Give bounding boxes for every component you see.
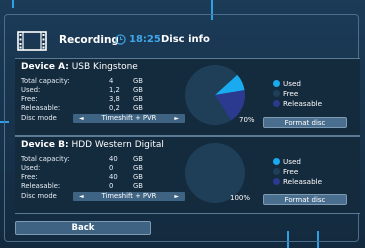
device-a-total-row: Total capacity: 4 GB [21, 77, 161, 86]
device-a-releasable-row: Releasable: 0,2 GB [21, 104, 161, 113]
device-b-releasable-row: Releasable: 0 GB [21, 182, 161, 191]
row-label: Free: [21, 95, 38, 103]
disc-mode-value: Timeshift + PVR [101, 192, 157, 200]
row-label: Free: [21, 173, 38, 181]
legend-releasable-label: Releasable [283, 99, 323, 108]
page-title: Recording [59, 34, 119, 46]
device-b-disc-mode-selector[interactable]: ◄ Timeshift + PVR ► [73, 192, 185, 201]
free-dot-icon [273, 90, 280, 97]
clock-icon [115, 34, 126, 45]
disc-mode-value: Timeshift + PVR [101, 114, 157, 122]
device-a-format-button[interactable]: Format disc [263, 117, 347, 128]
row-unit: GB [133, 95, 143, 103]
device-b-title: Device B: HDD Western Digital [21, 140, 164, 150]
arrow-right-icon[interactable]: ► [174, 192, 179, 201]
back-button[interactable]: Back [15, 221, 151, 235]
row-unit: GB [133, 86, 143, 94]
device-a-usage-pie [185, 65, 246, 125]
device-a-usage-percent: 70% [239, 116, 255, 124]
arrow-left-icon[interactable]: ◄ [79, 114, 84, 123]
row-label: Used: [21, 164, 41, 172]
row-unit: GB [133, 104, 143, 112]
device-a-used-row: Used: 1,2 GB [21, 86, 161, 95]
legend-used: Used [273, 79, 343, 88]
row-unit: GB [133, 77, 143, 85]
row-label: Used: [21, 86, 41, 94]
legend-free-label: Free [283, 167, 299, 176]
legend-releasable: Releasable [273, 99, 343, 108]
legend-releasable-label: Releasable [283, 177, 323, 186]
screen: Recording 18:25 Disc info Device A: USB … [0, 0, 365, 248]
device-b-free-row: Free: 40 GB [21, 173, 161, 182]
legend-free: Free [273, 89, 343, 98]
used-dot-icon [273, 80, 280, 87]
clock-time: 18:25 [129, 34, 161, 45]
row-label: Releasable: [21, 104, 61, 112]
film-icon [17, 31, 47, 51]
row-unit: GB [133, 173, 143, 181]
device-a-disc-mode-selector[interactable]: ◄ Timeshift + PVR ► [73, 114, 185, 123]
header: Recording 18:25 Disc info [15, 28, 355, 54]
device-b-usage-percent: 100% [230, 194, 251, 202]
device-a-free-row: Free: 3,8 GB [21, 95, 161, 104]
row-label: Total capacity: [21, 77, 70, 85]
row-unit: GB [133, 164, 143, 172]
legend-used: Used [273, 157, 343, 166]
device-a-name: USB Kingstone [71, 62, 138, 72]
row-label: Releasable: [21, 182, 61, 190]
legend-releasable: Releasable [273, 177, 343, 186]
arrow-right-icon[interactable]: ► [174, 114, 179, 123]
legend-used-label: Used [283, 157, 301, 166]
device-a-title: Device A: USB Kingstone [21, 62, 138, 72]
releasable-dot-icon [273, 178, 280, 185]
arrow-left-icon[interactable]: ◄ [79, 192, 84, 201]
disc-mode-label: Disc mode [21, 114, 57, 122]
device-a-panel: Device A: USB Kingstone Total capacity: … [15, 58, 360, 136]
device-a-label: Device A: [21, 62, 69, 72]
section-title: Disc info [161, 34, 210, 45]
row-unit: GB [133, 155, 143, 163]
row-label: Total capacity: [21, 155, 70, 163]
device-b-used-row: Used: 0 GB [21, 164, 161, 173]
free-dot-icon [273, 168, 280, 175]
device-b-total-row: Total capacity: 40 GB [21, 155, 161, 164]
device-b-name: HDD Western Digital [71, 140, 164, 150]
legend-used-label: Used [283, 79, 301, 88]
device-b-label: Device B: [21, 140, 69, 150]
disc-mode-label: Disc mode [21, 192, 57, 200]
row-unit: GB [133, 182, 143, 190]
device-b-format-button[interactable]: Format disc [263, 194, 347, 205]
used-dot-icon [273, 158, 280, 165]
releasable-dot-icon [273, 100, 280, 107]
legend-free: Free [273, 167, 343, 176]
legend-free-label: Free [283, 89, 299, 98]
device-b-panel: Device B: HDD Western Digital Total capa… [15, 136, 360, 214]
callout-line-top-left [12, 0, 14, 8]
